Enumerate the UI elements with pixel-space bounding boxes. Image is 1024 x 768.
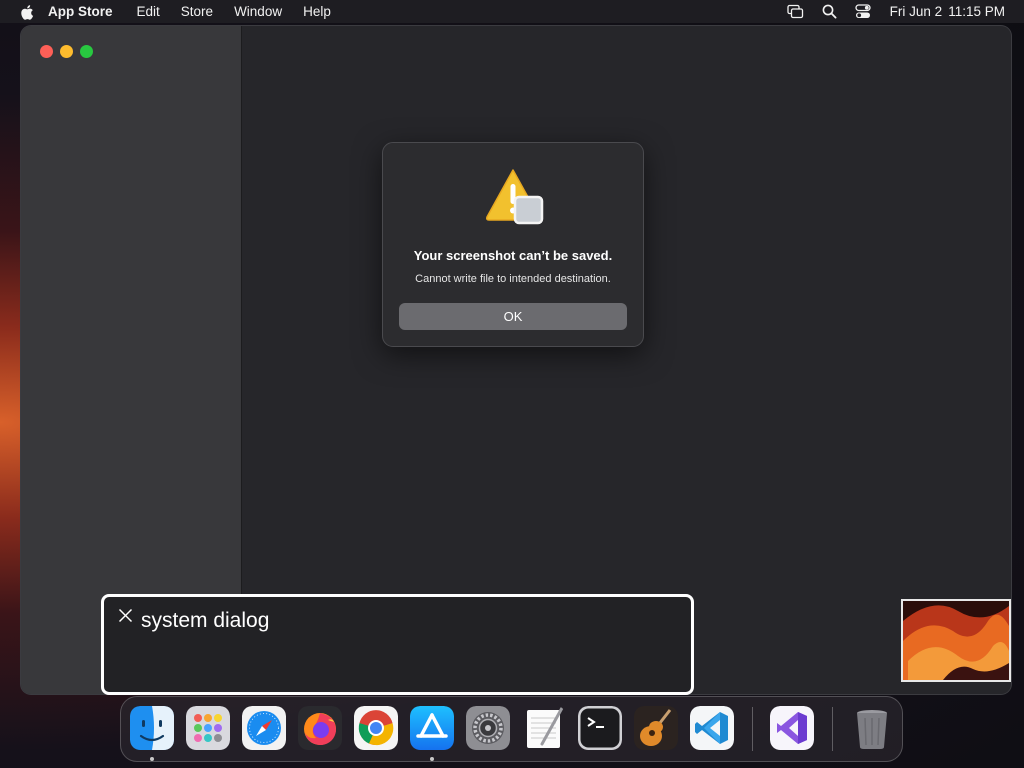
alert-title: Your screenshot can’t be saved. xyxy=(413,248,613,263)
window-minimize-button[interactable] xyxy=(60,45,73,58)
menu-edit[interactable]: Edit xyxy=(137,4,160,19)
menu-clock[interactable]: Fri Jun 2 11:15 PM xyxy=(890,4,1005,19)
spotlight-search-icon[interactable] xyxy=(821,3,838,20)
launchpad-icon[interactable] xyxy=(186,706,230,750)
close-icon[interactable] xyxy=(118,608,133,623)
trash-icon[interactable] xyxy=(850,706,894,750)
menu-help[interactable]: Help xyxy=(303,4,331,19)
chrome-icon[interactable] xyxy=(354,706,398,750)
screen-mirroring-icon[interactable] xyxy=(787,3,804,20)
menu-app-name[interactable]: App Store xyxy=(48,4,113,19)
menu-store[interactable]: Store xyxy=(181,4,213,19)
vscode-icon[interactable] xyxy=(690,706,734,750)
alert-message: Cannot write file to intended destinatio… xyxy=(415,273,611,285)
app-store-running-indicator xyxy=(430,757,434,761)
screenshot-thumbnail[interactable] xyxy=(901,599,1011,682)
terminal-icon[interactable] xyxy=(578,706,622,750)
dock-separator xyxy=(752,707,753,751)
window-close-button[interactable] xyxy=(40,45,53,58)
window-controls xyxy=(40,45,100,58)
clock-date: Fri Jun 2 xyxy=(889,4,943,19)
apple-menu-icon[interactable] xyxy=(20,4,34,20)
textedit-icon[interactable] xyxy=(522,706,566,750)
safari-icon[interactable] xyxy=(242,706,286,750)
finder-icon[interactable] xyxy=(130,706,174,750)
menu-window[interactable]: Window xyxy=(234,4,282,19)
system-settings-icon[interactable] xyxy=(466,706,510,750)
caption-text: system dialog xyxy=(141,609,270,632)
finder-running-indicator xyxy=(150,757,154,761)
dock-separator-trash xyxy=(832,707,833,751)
ok-button[interactable]: OK xyxy=(399,303,627,330)
garageband-icon[interactable] xyxy=(634,706,678,750)
dock xyxy=(120,696,903,762)
firefox-icon[interactable] xyxy=(298,706,342,750)
menu-bar: App Store Edit Store Window Help Fri Jun… xyxy=(0,0,1024,23)
control-center-icon[interactable] xyxy=(855,3,872,20)
screenshot-error-dialog: Your screenshot can’t be saved. Cannot w… xyxy=(382,142,644,347)
app-store-icon[interactable] xyxy=(410,706,454,750)
visual-studio-icon[interactable] xyxy=(770,706,814,750)
clock-time: 11:15 PM xyxy=(948,4,1005,19)
caption-overlay: system dialog xyxy=(101,594,694,695)
window-zoom-button[interactable] xyxy=(80,45,93,58)
warning-icon xyxy=(483,167,545,225)
